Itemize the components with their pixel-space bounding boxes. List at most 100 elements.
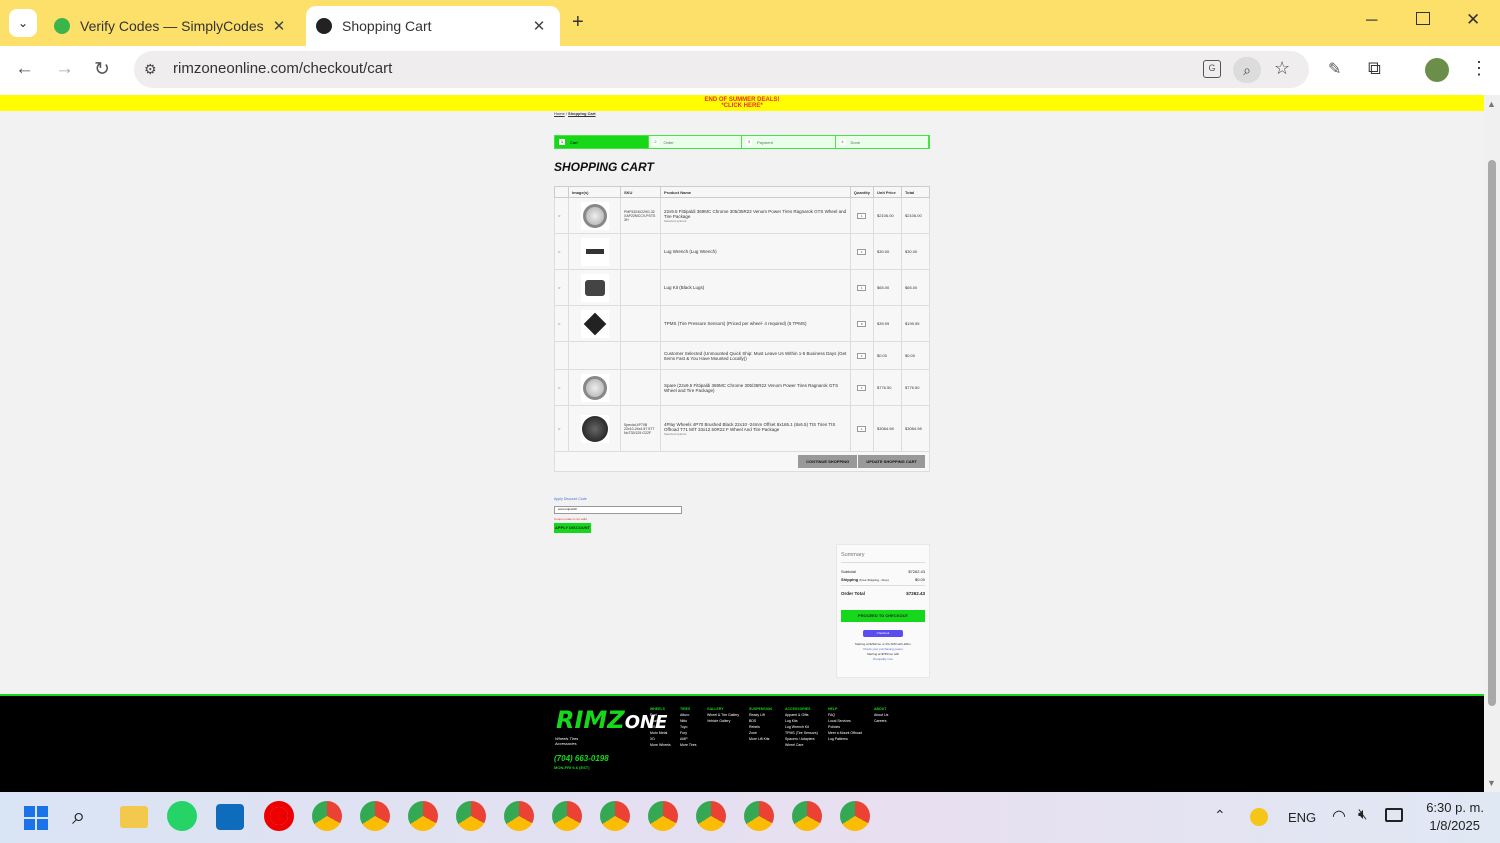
spare-wheel-image[interactable] [580, 373, 609, 402]
footer-link[interactable]: Lug Patterns [828, 736, 862, 742]
chrome-profile-icon[interactable] [696, 801, 726, 831]
col-unit-price: Unit Price [873, 186, 902, 198]
remove-item-icon[interactable]: ○ [554, 405, 569, 452]
tray-app-icon[interactable] [1250, 808, 1268, 826]
chrome-profile-icon[interactable] [744, 801, 774, 831]
footer-phone[interactable]: (704) 663-0198 [554, 754, 609, 763]
tab-simplycodes[interactable]: Verify Codes — SimplyCodes ✕ [44, 6, 300, 46]
volume-muted-icon[interactable]: 🔇︎ [1358, 806, 1367, 823]
quantity-input[interactable]: 1 [857, 352, 867, 359]
quantity-input[interactable]: 1 [857, 248, 867, 255]
discount-toggle[interactable]: Apply Discount Code [554, 497, 587, 501]
chrome-profile-icon[interactable] [312, 801, 342, 831]
chrome-profile-icon[interactable] [360, 801, 390, 831]
chrome-profile-icon[interactable] [792, 801, 822, 831]
input-language[interactable]: ENG [1288, 810, 1316, 825]
apply-discount-button[interactable]: APPLY DISCOUNT [554, 523, 591, 533]
remove-item-icon[interactable]: ○ [554, 197, 569, 234]
continue-shopping-button[interactable]: CONTINUE SHOPPING [798, 455, 858, 468]
item-name[interactable]: TPMS (Tire Pressure Sensors) (Priced per… [664, 321, 847, 326]
footer-link[interactable]: More Lift Kits [749, 736, 772, 742]
url-text[interactable]: rimzoneonline.com/checkout/cart [173, 60, 392, 77]
footer-col-help: HELP FAQ Local Services Policies Meet a Moun… [828, 706, 862, 742]
cart-row: ○ Spare (22x9.5 Fittipaldi 369MC Chrome … [554, 369, 930, 406]
zoom-icon[interactable]: ⌕ [1233, 57, 1261, 83]
lug-kit-image[interactable] [580, 273, 609, 302]
breadcrumb-current: Shopping Cart [568, 111, 596, 116]
forward-icon[interactable]: → [55, 58, 74, 80]
scroll-down-icon[interactable]: ▼ [1487, 778, 1496, 788]
remove-item-icon[interactable]: ○ [554, 269, 569, 306]
extensions-icon[interactable]: ⧉ [1368, 58, 1381, 79]
battery-icon[interactable] [1385, 808, 1403, 822]
start-icon[interactable] [24, 806, 48, 830]
proceed-to-checkout-button[interactable]: PROCEED TO CHECKOUT [841, 610, 925, 622]
opera-icon[interactable] [264, 801, 294, 831]
remove-item-icon[interactable]: ○ [554, 305, 569, 342]
alt-payment-button[interactable]: Checkout [863, 630, 903, 637]
clock-time[interactable]: 6:30 p. m. [1420, 800, 1484, 815]
chrome-profile-icon[interactable] [408, 801, 438, 831]
tab-list-button[interactable]: ⌄ [9, 9, 37, 37]
step-order: 2 Order [648, 136, 742, 148]
reload-icon[interactable]: ↻ [94, 58, 110, 81]
footer-link[interactable]: More Wheels [650, 742, 671, 748]
close-tab-icon[interactable]: ✕ [268, 17, 290, 35]
menu-icon[interactable]: ⋮ [1470, 58, 1488, 79]
chrome-profile-icon[interactable] [456, 801, 486, 831]
footer-link[interactable]: Careers [874, 718, 888, 724]
chrome-profile-icon[interactable] [648, 801, 678, 831]
footer-link[interactable]: More Tires [680, 742, 697, 748]
wheel-image[interactable] [580, 201, 609, 230]
edit-icon[interactable]: ✎ [1328, 59, 1341, 79]
prequalify-link[interactable]: Prequalify now [837, 657, 929, 662]
back-icon[interactable]: ← [15, 58, 34, 80]
quantity-input[interactable]: 1 [857, 212, 867, 219]
outlook-icon[interactable] [216, 804, 244, 830]
update-cart-button[interactable]: UPDATE SHOPPING CART [858, 455, 925, 468]
item-name[interactable]: 22x9.5 Fittipaldi 369MC Chrome 305/35R22… [664, 209, 847, 219]
site-settings-icon[interactable]: ⚙ [144, 61, 157, 78]
footer-link[interactable]: Vehicle Gallery [707, 718, 739, 724]
footer-link[interactable]: Wheel Care [785, 742, 818, 748]
item-name[interactable]: Lug Wrench (Lug Wrench) [664, 249, 847, 254]
chrome-profile-icon[interactable] [840, 801, 870, 831]
whatsapp-icon[interactable] [167, 801, 197, 831]
bookmark-star-icon[interactable]: ☆ [1274, 58, 1290, 79]
scroll-up-icon[interactable]: ▲ [1487, 99, 1496, 109]
remove-item-icon[interactable]: ○ [554, 369, 569, 406]
close-tab-icon[interactable]: ✕ [528, 17, 550, 35]
wifi-icon[interactable]: ◠ [1332, 806, 1346, 826]
restore-icon[interactable] [1416, 12, 1430, 25]
chrome-profile-icon[interactable] [552, 801, 582, 831]
chrome-profile-icon[interactable] [504, 801, 534, 831]
breadcrumb-home[interactable]: Home [554, 111, 565, 116]
minimize-icon[interactable]: ─ [1366, 12, 1377, 30]
item-name[interactable]: Lug Kit (Black Lugs) [664, 285, 847, 290]
promo-banner[interactable]: END OF SUMMER DEALS! *CLICK HERE* [0, 95, 1484, 111]
tab-shopping-cart[interactable]: Shopping Cart ✕ [306, 6, 560, 46]
quantity-input[interactable]: 1 [857, 384, 867, 391]
item-name[interactable]: 4Play Wheels 4P70 Brushed Black 22x10 -2… [664, 422, 847, 432]
clock-date[interactable]: 1/8/2025 [1420, 818, 1480, 833]
discount-input[interactable]: www.arijeet99 [554, 506, 682, 514]
show-hidden-icons[interactable]: ⌃ [1214, 807, 1226, 824]
chrome-profile-icon[interactable] [600, 801, 630, 831]
translate-icon[interactable]: G [1203, 60, 1221, 78]
profile-avatar[interactable] [1425, 58, 1449, 82]
quantity-input[interactable]: 1 [857, 425, 867, 432]
remove-item-icon[interactable]: ○ [554, 233, 569, 270]
simplycodes-icon [54, 18, 70, 34]
item-name[interactable]: Customer Selected (Unmounted Quick Ship:… [664, 351, 847, 361]
close-window-icon[interactable]: ✕ [1466, 10, 1480, 30]
file-explorer-icon[interactable] [120, 806, 148, 828]
4play-wheel-image[interactable] [580, 414, 609, 443]
search-icon[interactable]: ⌕ [72, 803, 85, 831]
tpms-image[interactable] [580, 309, 609, 338]
quantity-input[interactable]: 1 [857, 284, 867, 291]
quantity-input[interactable]: 5 [857, 320, 867, 327]
lug-wrench-image[interactable] [580, 237, 609, 266]
scrollbar-thumb[interactable] [1488, 160, 1496, 706]
new-tab-icon[interactable]: + [572, 11, 584, 34]
item-name[interactable]: Spare (22x9.5 Fittipaldi 369MC Chrome 30… [664, 383, 847, 393]
